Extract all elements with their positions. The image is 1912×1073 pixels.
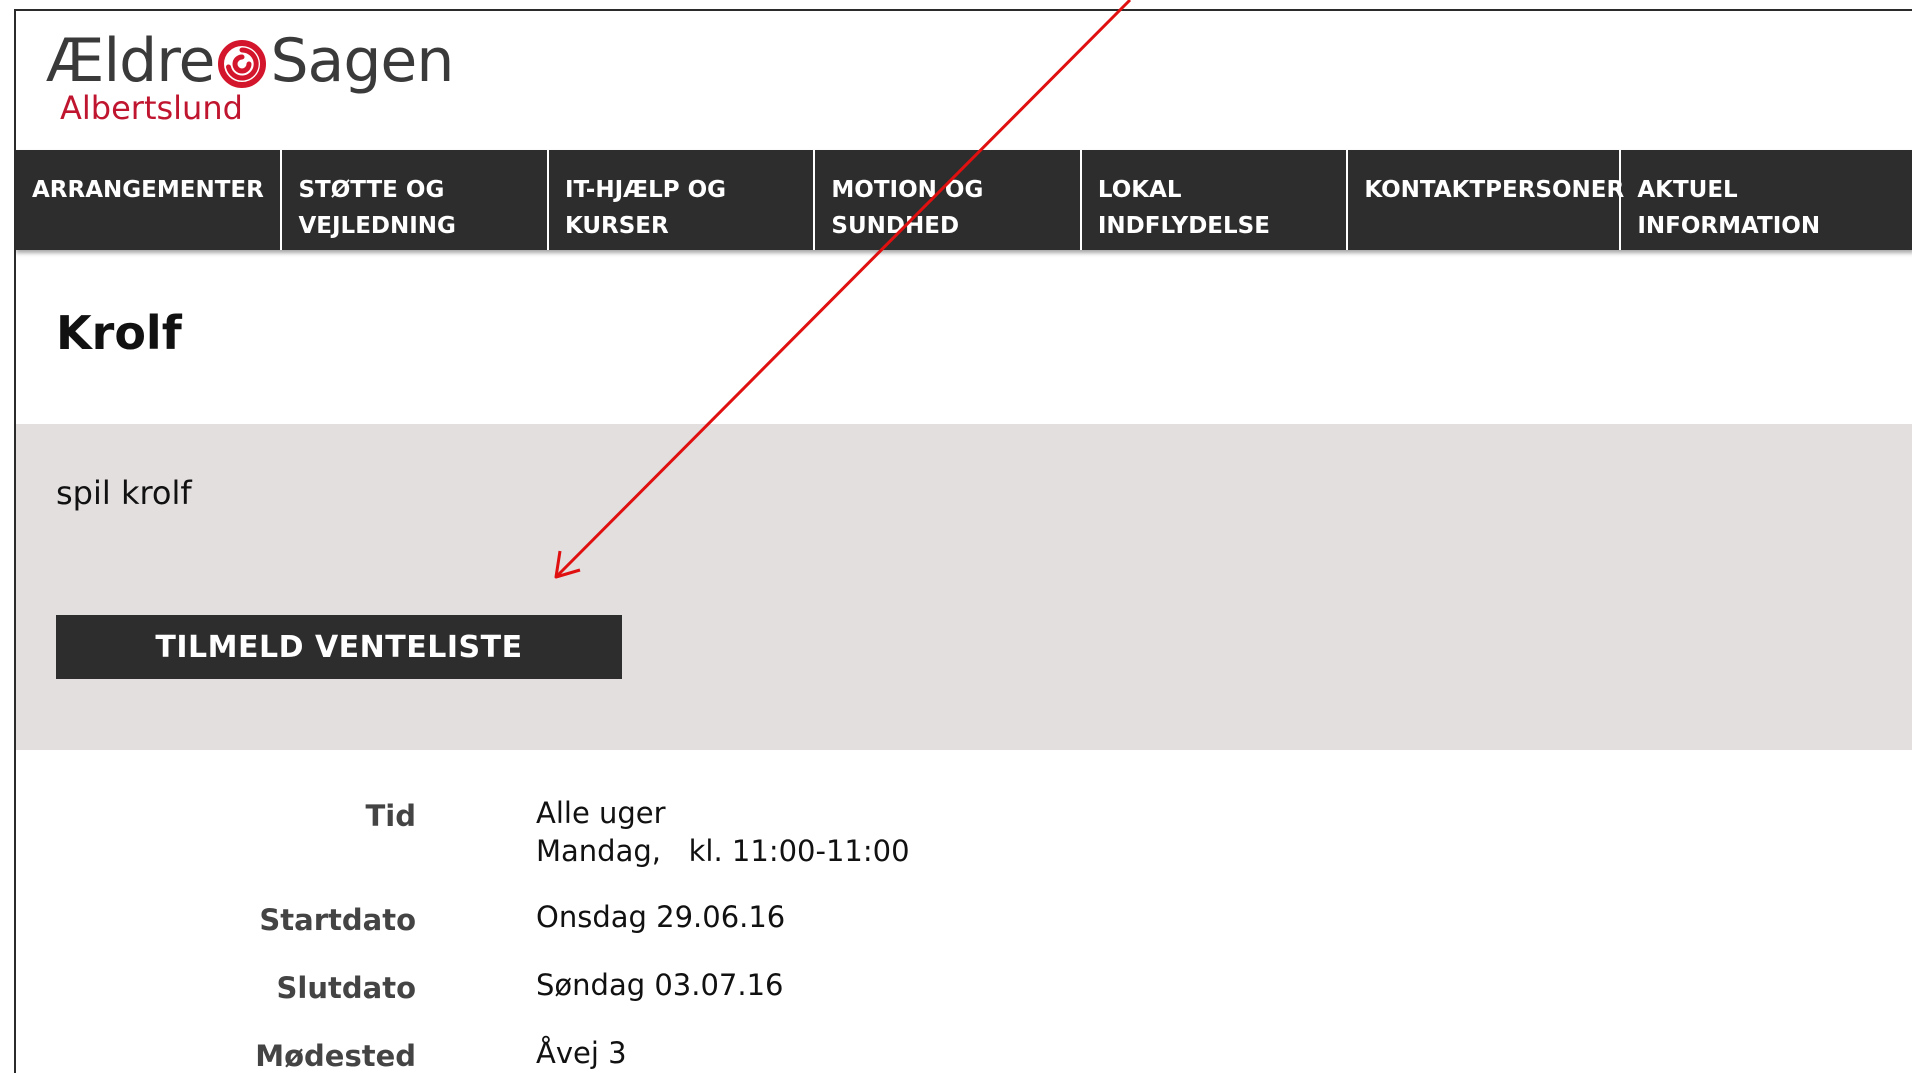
signup-waitlist-button[interactable]: TILMELD VENTELISTE <box>56 615 622 679</box>
page-frame: Ældre Sagen Albertslund ARRANGEMENTER ST… <box>14 9 1912 1073</box>
page-title: Krolf <box>56 306 182 360</box>
logo-brand-right: Sagen <box>270 26 454 96</box>
detail-value: Onsdag 29.06.16 <box>536 898 785 936</box>
detail-value: Åvej 3 <box>536 1034 627 1072</box>
nav-item-lokal-indflydelse[interactable]: LOKAL INDFLYDELSE <box>1082 150 1349 250</box>
nav-item-it-hjaelp-og-kurser[interactable]: IT-HJÆLP OG KURSER <box>549 150 816 250</box>
logo-brand-left: Ældre <box>46 26 215 96</box>
nav-item-label: VEJLEDNING <box>298 213 456 239</box>
nav-item-label: LOKAL <box>1097 177 1182 203</box>
detail-value: Alle uger Mandag, kl. 11:00-11:00 <box>536 794 910 870</box>
nav-item-label: STØTTE OG <box>298 177 445 203</box>
site-logo[interactable]: Ældre Sagen Albertslund <box>46 26 454 127</box>
nav-item-kontaktpersoner[interactable]: KONTAKTPERSONER <box>1348 150 1625 250</box>
activity-summary-band: spil krolf TILMELD VENTELISTE <box>16 424 1912 750</box>
activity-description: spil krolf <box>56 474 192 512</box>
main-navigation: ARRANGEMENTER STØTTE OG VEJLEDNING IT-HJ… <box>16 150 1912 250</box>
nav-item-label: IT-HJÆLP OG <box>564 177 727 203</box>
detail-value: Søndag 03.07.16 <box>536 966 783 1004</box>
nav-item-motion-og-sundhed[interactable]: MOTION OG SUNDHED <box>815 150 1082 250</box>
nav-item-label: AKTUEL <box>1637 177 1738 203</box>
start-date: Onsdag 29.06.16 <box>536 900 786 934</box>
nav-item-label: SUNDHED <box>831 213 960 239</box>
time-schedule: Mandag, kl. 11:00-11:00 <box>536 834 910 868</box>
end-date: Søndag 03.07.16 <box>536 968 784 1002</box>
detail-label: Mødested <box>255 1039 416 1073</box>
detail-label: Slutdato <box>276 971 416 1005</box>
nav-item-label: KONTAKTPERSONER <box>1364 177 1625 203</box>
nav-item-stoette-og-vejledning[interactable]: STØTTE OG VEJLEDNING <box>282 150 549 250</box>
nav-item-label: INDFLYDELSE <box>1097 213 1270 239</box>
swirl-logo-icon <box>218 40 267 88</box>
meeting-place: Åvej 3 <box>536 1036 627 1070</box>
nav-item-label: KURSER <box>564 213 669 239</box>
detail-label: Tid <box>365 799 416 833</box>
logo-wordmark: Ældre Sagen <box>46 26 454 96</box>
time-recurrence: Alle uger <box>536 796 666 830</box>
nav-item-label: ARRANGEMENTER <box>32 177 264 203</box>
nav-item-label: MOTION OG <box>831 177 984 203</box>
nav-item-aktuel-information[interactable]: AKTUEL INFORMATION <box>1621 150 1912 250</box>
nav-item-label: INFORMATION <box>1637 213 1821 239</box>
detail-label: Startdato <box>259 903 416 937</box>
nav-item-arrangementer[interactable]: ARRANGEMENTER <box>16 150 283 250</box>
